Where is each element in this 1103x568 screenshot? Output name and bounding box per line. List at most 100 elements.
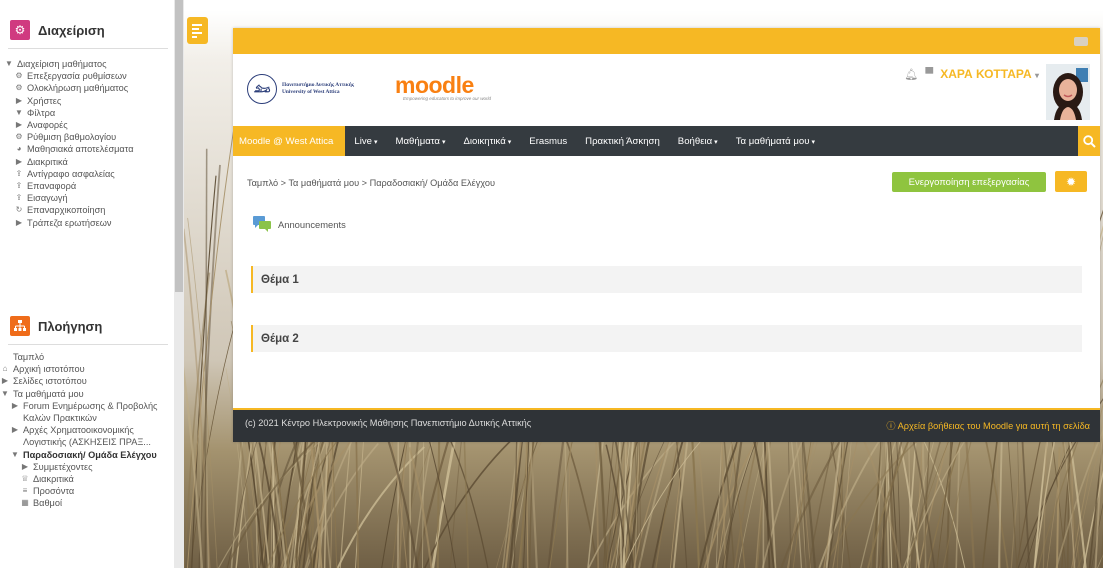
- tree-item[interactable]: ▼ Διαχείριση μαθήματος: [0, 58, 172, 70]
- tree-item-label: Εισαγωγή: [27, 193, 68, 204]
- caret-right-icon: ▶: [15, 156, 23, 166]
- avatar[interactable]: [1046, 64, 1090, 120]
- drawer-toggle-button[interactable]: [187, 17, 208, 44]
- menu-line: [192, 27, 199, 30]
- menu-line: [192, 23, 202, 26]
- tree-item[interactable]: ⇪ Αντίγραφο ασφαλείας: [0, 168, 172, 180]
- tree-item-label: Φίλτρα: [27, 107, 56, 118]
- chevron-down-icon: ▾: [507, 138, 512, 146]
- tree-item-label: Ολοκλήρωση μαθήματος: [27, 83, 129, 94]
- nav-item-label: Πρακτική Άσκηση: [585, 135, 660, 147]
- nav-item[interactable]: Erasmus: [520, 136, 576, 147]
- tree-item[interactable]: ↻ Επαναρχικοποίηση: [0, 204, 172, 216]
- university-name-english: University of West Attica: [282, 89, 340, 95]
- user-menu[interactable]: ΧΑΡΑ ΚΟΤΤΑΡΑ ▾: [940, 67, 1039, 81]
- tree-item[interactable]: ▦ Βαθμοί: [0, 497, 172, 509]
- nav-item[interactable]: Διοικητικά ▾: [454, 136, 520, 147]
- tree-item[interactable]: ♕ Διακριτικά: [0, 473, 172, 485]
- tree-item[interactable]: ▶ Αρχές Χρηματοοικονομικής Λογιστικής (ΑΣ…: [0, 424, 172, 448]
- user-area: 🔔︎ ▀ ΧΑΡΑ ΚΟΤΤΑΡΑ ▾: [904, 64, 1090, 120]
- caret-right-icon: ▶: [11, 400, 19, 410]
- tree-item[interactable]: ▼ Παραδοσιακή/ Ομάδα Ελέγχου: [0, 449, 172, 461]
- topic-title: Θέμα 1: [261, 273, 299, 286]
- tree-item[interactable]: ▶ Σελίδες ιστοτόπου: [0, 375, 172, 387]
- tree-item-label: Σελίδες ιστοτόπου: [13, 376, 87, 387]
- tree-item-label: Αντίγραφο ασφαλείας: [27, 168, 115, 179]
- tree-item[interactable]: ▼ Φίλτρα: [0, 107, 172, 119]
- nav-block-header: Πλοήγηση: [10, 316, 102, 336]
- nav-item-label: Διοικητικά: [463, 135, 506, 147]
- trophy-icon: ♕: [21, 474, 29, 484]
- nav-item[interactable]: Πρακτική Άσκηση: [576, 136, 669, 147]
- course-settings-gear-icon[interactable]: ✹: [1055, 171, 1087, 192]
- tree-item[interactable]: ▶ Αναφορές: [0, 119, 172, 131]
- nav-items: Live ▾ Μαθήματα ▾ Διοικητικά ▾ Erasmus Πρακτική…: [345, 136, 824, 147]
- chat-icon[interactable]: ▀: [925, 68, 933, 80]
- upload-icon: ⇪: [15, 193, 23, 203]
- tree-item-label: Ταμπλό: [13, 352, 45, 362]
- breadcrumb: Ταμπλό > Τα μαθήματά μου > Παραδοσιακή/ …: [247, 178, 495, 188]
- tree-item[interactable]: ▶ Forum Ενημέρωσης & Προβολής Καλών Πρακτ…: [0, 400, 172, 424]
- university-name-greek: Πανεπιστήμιο Δυτικής Αττικής: [282, 82, 355, 88]
- nav-item[interactable]: Live ▾: [345, 136, 386, 147]
- tree-item[interactable]: ▼ Τα μαθήματά μου: [0, 388, 172, 400]
- tree-item[interactable]: Ταμπλό: [0, 351, 172, 363]
- tree-item-label: Βαθμοί: [33, 498, 62, 509]
- chevron-down-icon: ▾: [811, 138, 816, 146]
- page-header: 𐦐 Πανεπιστήμιο Δυτικής Αττικής Universit…: [233, 54, 1100, 126]
- chevron-down-icon: ▾: [373, 138, 378, 146]
- tree-item[interactable]: ◕ Μαθησιακά αποτελέσματα: [0, 143, 172, 155]
- tree-item-label: Παραδοσιακή/ Ομάδα Ελέγχου: [23, 449, 157, 460]
- announcements-link[interactable]: Announcements: [253, 216, 346, 232]
- page-footer: (c) 2021 Κέντρο Ηλεκτρονικής Μάθησης Παν…: [233, 408, 1100, 442]
- nav-item-label: Μαθήματα: [395, 135, 440, 147]
- tree-item[interactable]: ⚙ Ολοκλήρωση μαθήματος: [0, 82, 172, 94]
- nav-tree: Ταμπλό ⌂ Αρχική ιστοτόπου ▶ Σελίδες ιστοτόπο…: [0, 351, 172, 510]
- nav-item-label: Live: [354, 135, 372, 147]
- home-icon: ⌂: [2, 364, 8, 374]
- filter-icon: ▼: [15, 107, 23, 117]
- nav-item[interactable]: Τα μαθήματά μου ▾: [727, 136, 824, 147]
- tree-item-label: Αρχική ιστοτόπου: [13, 364, 85, 375]
- tree-item[interactable]: ⚙ Ρύθμιση βαθμολογίου: [0, 131, 172, 143]
- tree-item[interactable]: ≡ Προσόντα: [0, 485, 172, 497]
- chevron-down-icon: ▾: [1034, 71, 1039, 80]
- tree-item[interactable]: ▶ Συμμετέχοντες: [0, 461, 172, 473]
- tree-item[interactable]: ⌂ Αρχική ιστοτόπου: [0, 363, 172, 375]
- admin-block-header: ⚙ Διαχείριση: [10, 20, 105, 40]
- moodle-tagline: Empowering educators to improve our worl…: [403, 96, 492, 101]
- nav-item[interactable]: Μαθήματα ▾: [386, 136, 454, 147]
- refresh-icon: ↻: [15, 205, 23, 215]
- admin-tree: ▼ Διαχείριση μαθήματος ⚙ Επεξεργασία ρυθμίσ…: [0, 58, 172, 229]
- upload-icon: ⇪: [15, 168, 23, 178]
- tree-item[interactable]: ⇪ Επαναφορά: [0, 180, 172, 192]
- breadcrumb-item[interactable]: Παραδοσιακή/ Ομάδα Ελέγχου: [370, 178, 495, 188]
- footer-copyright: (c) 2021 Κέντρο Ηλεκτρονικής Μάθησης Παν…: [245, 418, 532, 428]
- moodle-help-link[interactable]: ⓘ Αρχεία βοήθειας του Moodle για αυτή τη…: [886, 418, 1090, 432]
- turn-editing-on-button[interactable]: Ενεργοποίηση επεξεργασίας: [892, 172, 1046, 192]
- sitemap-icon: [10, 316, 30, 336]
- sidebar: ⚙ Διαχείριση ▼ Διαχείριση μαθήματος ⚙ Επεξε…: [0, 0, 184, 568]
- bell-icon[interactable]: 🔔︎: [904, 68, 918, 81]
- tree-item[interactable]: ▶ Τράπεζα ερωτήσεων: [0, 217, 172, 229]
- user-name: ΧΑΡΑ ΚΟΤΤΑΡΑ: [940, 67, 1032, 81]
- caret-right-icon: ▶: [21, 461, 29, 471]
- scrollbar-thumb[interactable]: [175, 0, 183, 292]
- breadcrumb-item[interactable]: Τα μαθήματά μου: [288, 178, 359, 188]
- tree-item[interactable]: ▶ Χρήστες: [0, 95, 172, 107]
- tasks-icon: ≡: [22, 486, 28, 496]
- nav-home-link[interactable]: Moodle @ West Attica: [233, 126, 346, 156]
- tree-item[interactable]: ⚙ Επεξεργασία ρυθμίσεων: [0, 70, 172, 82]
- breadcrumb-item[interactable]: Ταμπλό: [247, 178, 278, 188]
- moodle-logo[interactable]: moodle Empowering educators to improve o…: [395, 74, 492, 102]
- nav-item[interactable]: Βοήθεια ▾: [669, 136, 727, 147]
- search-icon[interactable]: [1078, 126, 1100, 156]
- caret-right-icon: ▶: [15, 217, 23, 227]
- tree-item[interactable]: ▶ Διακριτικά: [0, 156, 172, 168]
- tree-item[interactable]: ⇪ Εισαγωγή: [0, 192, 172, 204]
- sidebar-scrollbar[interactable]: [174, 0, 184, 568]
- gear-icon: ⚙: [15, 132, 23, 142]
- university-logo[interactable]: 𐦐 Πανεπιστήμιο Δυτικής Αττικής Universit…: [247, 74, 354, 104]
- tree-item-label: Αρχές Χρηματοοικονομικής Λογιστικής (ΑΣΚ…: [23, 425, 151, 448]
- collapse-icon[interactable]: [1074, 37, 1088, 46]
